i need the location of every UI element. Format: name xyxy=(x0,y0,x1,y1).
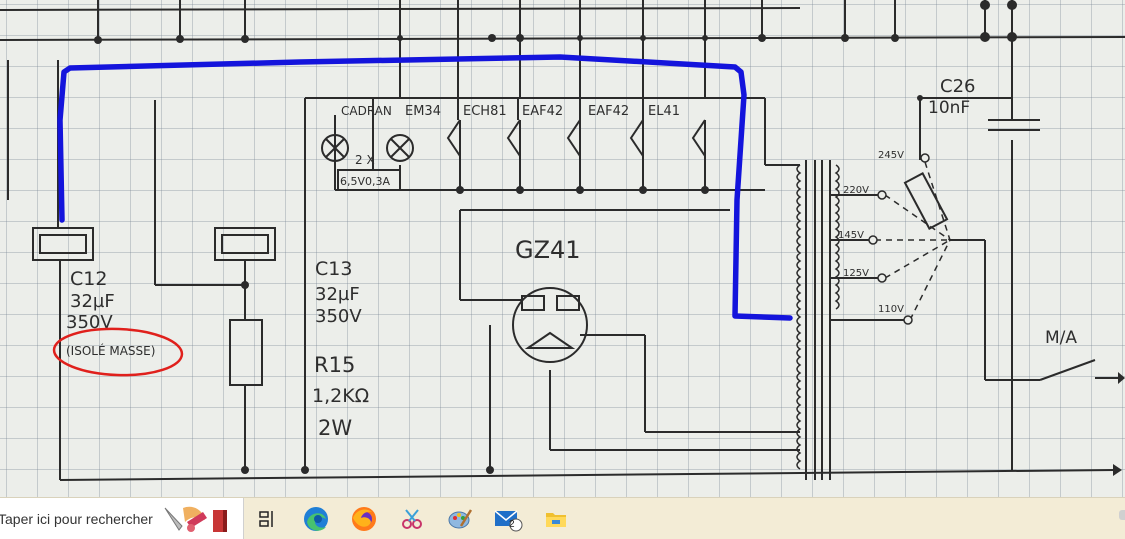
tube-label-em34: EM34 xyxy=(405,104,441,119)
rectifier-label: GZ41 xyxy=(515,236,581,264)
tube-label-cadran: CADRAN xyxy=(341,104,392,118)
tube-label-ech81: ECH81 xyxy=(463,104,507,119)
c13-value: 32µF xyxy=(315,284,360,305)
snip-icon[interactable] xyxy=(388,498,436,539)
c12-value: 32µF xyxy=(70,291,115,312)
tap-245v: 245V xyxy=(878,150,904,161)
notification-edge xyxy=(1119,510,1125,520)
tap-125v: 125V xyxy=(843,268,869,279)
search-doodle-icon xyxy=(161,502,233,536)
highlight-wire xyxy=(57,54,793,321)
schematic-image: CADRAN EM34 ECH81 EAF42 EAF42 EL41 2 X 6… xyxy=(0,0,1125,497)
c12-note: (ISOLÉ MASSE) xyxy=(66,343,155,358)
search-placeholder: Taper ici pour rechercher xyxy=(0,510,153,527)
tap-220v: 220V xyxy=(843,185,869,196)
edge-icon[interactable] xyxy=(292,498,340,539)
c13-name: C13 xyxy=(315,258,352,280)
tube-label-el41: EL41 xyxy=(648,104,680,119)
mail-icon[interactable]: 2 xyxy=(484,498,532,539)
task-view-icon[interactable] xyxy=(244,498,292,539)
taskbar: Taper ici pour rechercher 2 xyxy=(0,497,1125,539)
r15-power: 2W xyxy=(318,416,352,440)
lamp-note-count: 2 X xyxy=(355,153,375,167)
c12-name: C12 xyxy=(70,268,107,290)
tube-label-eaf42-b: EAF42 xyxy=(588,104,629,119)
mail-badge: 2 xyxy=(509,519,515,530)
tube-label-eaf42-a: EAF42 xyxy=(522,104,563,119)
r15-value: 1,2KΩ xyxy=(312,385,369,407)
c26-name: C26 xyxy=(940,76,975,97)
r15-name: R15 xyxy=(314,353,355,377)
file-explorer-icon[interactable] xyxy=(532,498,580,539)
paint-icon[interactable] xyxy=(436,498,484,539)
lamp-note-rating: 6,5V0,3A xyxy=(340,175,391,188)
switch-label: M/A xyxy=(1045,328,1077,348)
tap-110v: 110V xyxy=(878,304,904,315)
search-box[interactable]: Taper ici pour rechercher xyxy=(0,498,244,539)
tap-145v: 145V xyxy=(838,230,864,241)
firefox-icon[interactable] xyxy=(340,498,388,539)
c13-voltage: 350V xyxy=(315,306,362,327)
c26-value: 10nF xyxy=(928,98,970,118)
